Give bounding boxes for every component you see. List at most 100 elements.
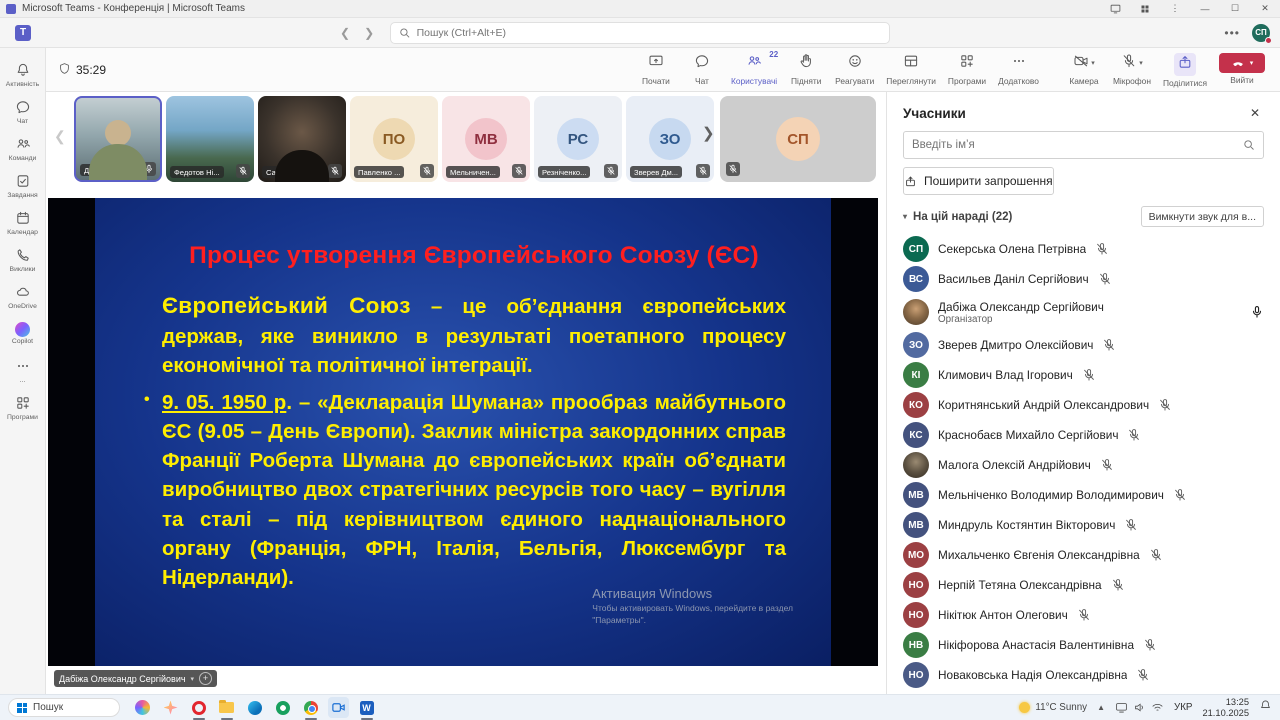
participant-row[interactable]: ВСВасильев Даніл Сергійович <box>903 264 1264 294</box>
sidebar-item-apps[interactable]: Програми <box>0 389 46 426</box>
tab-grid-icon[interactable] <box>1130 0 1160 18</box>
participant-row[interactable]: НВНікіфорова Анастасія Валентинівна <box>903 630 1264 660</box>
participant-row[interactable]: СПСекерська Олена Петрівна <box>903 234 1264 264</box>
video-tile-dabizha[interactable]: Дабіжа Олекса... <box>74 96 162 182</box>
leave-pill[interactable]: ▾ <box>1219 53 1265 73</box>
language-indicator[interactable]: УКР <box>1174 702 1192 713</box>
mic-icon <box>142 162 156 176</box>
strip-prev-icon[interactable]: ❮ <box>54 128 66 145</box>
participant-row[interactable]: КОКоритнянський Андрій Олександрович <box>903 390 1264 420</box>
more-options-button[interactable]: Додатково <box>993 50 1044 88</box>
minimize-button[interactable]: — <box>1190 0 1220 18</box>
slide-paragraph: Європейський Союз – це об’єднання європе… <box>162 290 786 380</box>
participant-row[interactable]: КСКраснобаєв Михайло Сергійович <box>903 420 1264 450</box>
participant-row[interactable]: МВМиндруль Костянтин Вікторович <box>903 510 1264 540</box>
participants-button[interactable]: 22Користувачі <box>726 50 782 88</box>
raise-hand-button[interactable]: Підняти <box>784 50 828 88</box>
user-avatar[interactable]: СП <box>1252 24 1270 42</box>
participant-search-input[interactable] <box>912 139 1243 151</box>
video-tile-pavlenko[interactable]: ПО Павленко ... <box>350 96 438 182</box>
copilot-icon[interactable] <box>132 697 153 718</box>
chat-button[interactable]: Чат <box>680 50 724 88</box>
volume-icon[interactable] <box>1133 701 1146 714</box>
participant-row[interactable]: КІКлимович Влад Ігорович <box>903 360 1264 390</box>
video-tile-saenko[interactable]: Саєнко Ан... <box>258 96 346 182</box>
appbar-more-icon[interactable]: ••• <box>1224 26 1240 40</box>
participant-row[interactable]: МОМихальченко Євгенія Олександрівна <box>903 540 1264 570</box>
maximize-button[interactable]: ☐ <box>1220 0 1250 18</box>
taskbar-search[interactable]: Пошук <box>8 698 120 717</box>
share-invite-button[interactable]: Поширити запрошення <box>903 167 1054 195</box>
mic-dropdown-icon[interactable]: ▾ <box>1139 59 1143 67</box>
video-tile-zverev[interactable]: ЗО Зверев Дм... <box>626 96 714 182</box>
notification-bell-icon[interactable] <box>1259 699 1272 717</box>
sidebar-item-onedrive[interactable]: OneDrive <box>0 278 46 315</box>
chrome-icon[interactable] <box>300 697 321 718</box>
start-recording-button[interactable]: Почати <box>634 50 678 88</box>
presenter-name-chip[interactable]: Дабіжа Олександр Сергійович ▾ + <box>54 670 217 687</box>
participant-row[interactable]: МВМельніченко Володимир Володимирович <box>903 480 1264 510</box>
sidebar-item-more[interactable]: … <box>0 352 46 389</box>
mic-muted-icon <box>1158 398 1172 412</box>
microphone-button[interactable]: ▾Мікрофон <box>1108 50 1156 88</box>
camera-button[interactable]: ▾Камера <box>1062 50 1106 88</box>
file-explorer-icon[interactable] <box>216 697 237 718</box>
mute-all-button[interactable]: Вимкнути звук для в... <box>1141 206 1264 227</box>
camera-dropdown-icon[interactable]: ▾ <box>1091 59 1095 67</box>
green-app-icon[interactable] <box>272 697 293 718</box>
view-button[interactable]: Переглянути <box>881 50 941 88</box>
participant-row-organizer[interactable]: Дабіжа Олександр СергійовичОрганізатор <box>903 294 1264 330</box>
teams-app-icon <box>6 4 16 14</box>
react-button[interactable]: Реагувати <box>830 50 879 88</box>
share-button[interactable]: Поділитися <box>1158 50 1212 90</box>
teams-taskbar-icon[interactable] <box>328 697 349 718</box>
video-tile-riznichenko[interactable]: РС Резніченко... <box>534 96 622 182</box>
search-icon <box>399 27 411 39</box>
participant-row[interactable]: Малога Олексій Андрійович <box>903 450 1264 480</box>
strip-next-icon[interactable]: ❯ <box>702 124 715 142</box>
participant-row[interactable]: НОНоваковська Надія Олександрівна <box>903 660 1264 690</box>
edge-icon[interactable] <box>244 697 265 718</box>
slide-bullet: 9. 05. 1950 р. – «Декларація Шумана» про… <box>162 388 786 592</box>
nav-forward-icon[interactable]: ❯ <box>364 26 374 40</box>
participant-row[interactable]: ЗОЗверев Дмитро Олексійович <box>903 330 1264 360</box>
sidebar-item-calendar[interactable]: Календар <box>0 204 46 241</box>
leave-dropdown-icon[interactable]: ▾ <box>1250 59 1254 67</box>
sidebar-item-teams[interactable]: Команди <box>0 130 46 167</box>
sidebar-item-calls[interactable]: Виклики <box>0 241 46 278</box>
section-in-this-meeting[interactable]: ▾На цій нараді (22) <box>903 211 1012 223</box>
sidebar-item-copilot[interactable]: Copilot <box>0 315 46 352</box>
nav-back-icon[interactable]: ❮ <box>340 26 350 40</box>
network-icon[interactable] <box>1151 701 1164 714</box>
global-search[interactable] <box>390 22 890 44</box>
close-button[interactable]: ✕ <box>1250 0 1280 18</box>
self-video-tile[interactable]: СП <box>720 96 876 182</box>
tray-expand-icon[interactable]: ▲ <box>1097 703 1105 712</box>
cast-icon[interactable] <box>1115 701 1128 714</box>
designer-icon[interactable] <box>160 697 181 718</box>
sidebar-item-activity[interactable]: Активність <box>0 56 46 93</box>
leave-button[interactable]: ▾Вийти <box>1214 50 1270 87</box>
clock[interactable]: 13:2521.10.2025 <box>1202 697 1249 718</box>
participant-row[interactable]: НОНікітюк Антон Олегович <box>903 600 1264 630</box>
close-panel-icon[interactable]: ✕ <box>1246 104 1264 122</box>
mic-muted-icon <box>604 164 618 178</box>
global-search-input[interactable] <box>417 27 881 39</box>
sidebar-item-chat[interactable]: Чат <box>0 93 46 130</box>
chevron-down-icon[interactable]: ▾ <box>191 675 195 683</box>
apps-button[interactable]: Програми <box>943 50 991 88</box>
participant-row[interactable]: НОНерпій Тетяна Олександрівна <box>903 570 1264 600</box>
weather-widget[interactable]: 11°C Sunny <box>1019 702 1087 713</box>
mic-muted-icon <box>1149 548 1163 562</box>
opera-icon[interactable] <box>188 697 209 718</box>
participant-search[interactable] <box>903 131 1264 159</box>
screen-share-indicator-icon[interactable] <box>1100 0 1130 18</box>
video-tile-melnychenko[interactable]: МВ Мельничен... <box>442 96 530 182</box>
pin-add-icon[interactable]: + <box>199 672 212 685</box>
video-tile-fedotov[interactable]: Федотов Ні... <box>166 96 254 182</box>
window-menu-icon[interactable]: ⋮ <box>1160 0 1190 18</box>
search-icon <box>1243 139 1255 151</box>
word-icon[interactable]: W <box>356 697 377 718</box>
teams-logo: T <box>15 25 31 41</box>
sidebar-item-tasks[interactable]: Завдання <box>0 167 46 204</box>
